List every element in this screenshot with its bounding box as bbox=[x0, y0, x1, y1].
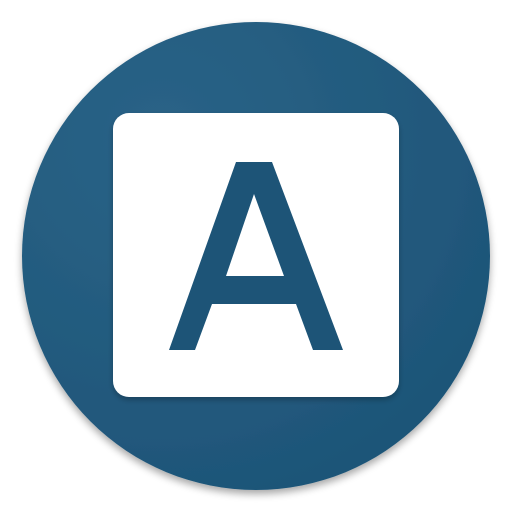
app-icon[interactable]: A bbox=[0, 0, 512, 512]
letter-tile bbox=[113, 113, 399, 397]
icon-canvas: A bbox=[0, 0, 512, 512]
